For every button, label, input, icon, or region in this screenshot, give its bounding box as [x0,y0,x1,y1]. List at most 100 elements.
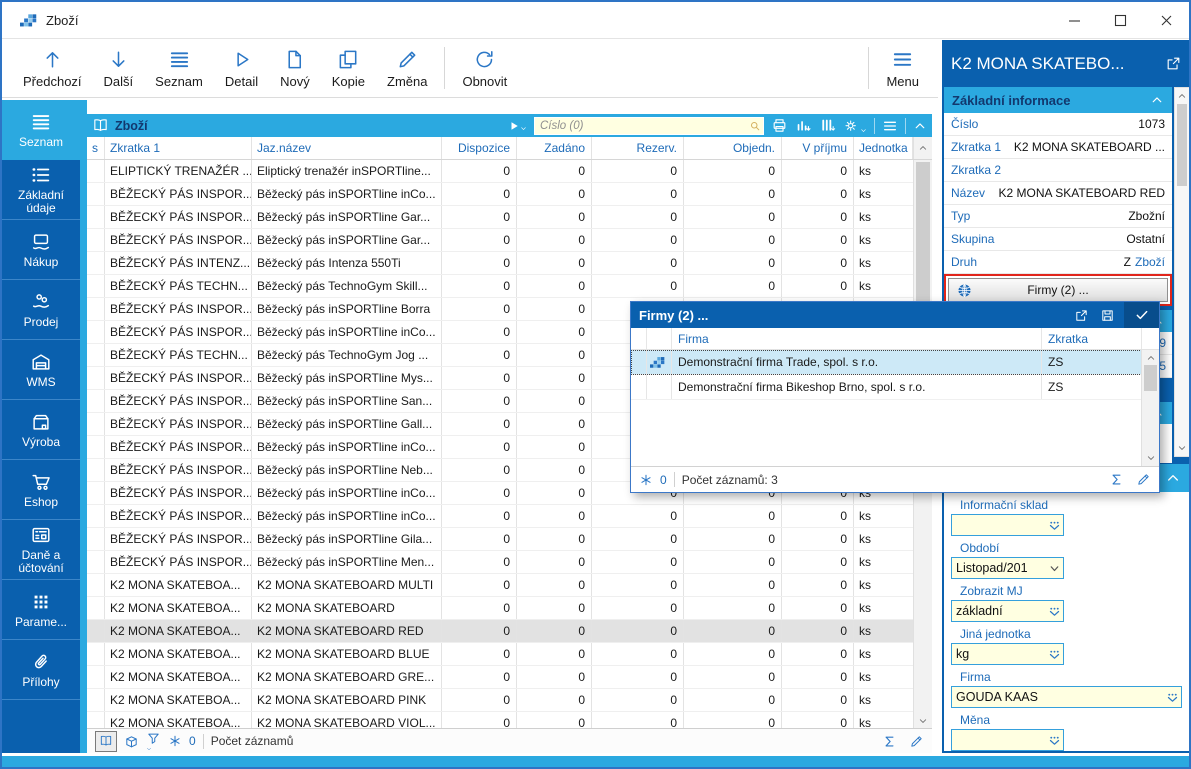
sidebar-item-parame-[interactable]: Parame... [2,580,80,640]
detail-field-row[interactable]: DruhZZboží [944,251,1172,274]
table-row[interactable]: BĚŽECKÝ PÁS INTENZ...Běžecký pás Intenza… [87,252,914,275]
filter-input[interactable] [534,117,764,135]
field-input[interactable]: Listopad/201 [951,557,1064,579]
scroll-up-arrow[interactable] [1175,91,1189,101]
column-header-7[interactable]: Objedn. [684,137,782,159]
column-header-4[interactable]: Dispozice [442,137,517,159]
detail-field-row[interactable]: Zkratka 1K2 MONA SKATEBOARD ... [944,136,1172,159]
grid-scroll-up-arrow[interactable] [913,137,932,159]
table-row[interactable]: K2 MONA SKATEBOA...K2 MONA SKATEBOARD GR… [87,666,914,689]
open-in-window-icon[interactable] [1068,308,1094,323]
chart-icon[interactable] [795,117,812,134]
column-header-9[interactable]: Jednotka [854,137,913,159]
save-icon[interactable] [1094,308,1120,323]
popup-zkratka-cell: ZS [1042,375,1142,399]
zmena-button[interactable]: Změna [376,44,438,93]
table-row[interactable]: BĚŽECKÝ PÁS INSPOR...Běžecký pás inSPORT… [87,551,914,574]
table-row[interactable]: K2 MONA SKATEBOA...K2 MONA SKATEBOARD RE… [87,620,914,643]
seznam-button[interactable]: Seznam [144,44,214,93]
detail-field-row[interactable]: Zkratka 2 [944,159,1172,182]
detail-field-row[interactable]: TypZbožní [944,205,1172,228]
popup-row[interactable]: Demonstrační firma Trade, spol. s r.o.ZS [631,350,1142,375]
column-header-8[interactable]: V příjmu [782,137,854,159]
detail-field-link[interactable]: Zboží [1135,255,1165,269]
table-row[interactable]: BĚŽECKÝ PÁS INSPOR...Běžecký pás inSPORT… [87,229,914,252]
table-row[interactable]: K2 MONA SKATEBOA...K2 MONA SKATEBOARD PI… [87,689,914,712]
print-icon[interactable] [771,117,788,134]
novy-button[interactable]: Nový [269,44,321,93]
sidebar-item-p-lohy[interactable]: Přílohy [2,640,80,700]
column-header-2[interactable]: Zkratka 1 [105,137,252,159]
table-row[interactable]: BĚŽECKÝ PÁS INSPOR...Běžecký pás inSPORT… [87,183,914,206]
table-cell: 0 [592,252,684,274]
minimize-button[interactable] [1051,2,1097,38]
seznam-label: Seznam [155,74,203,89]
sidebar-item-seznam[interactable]: Seznam [2,100,80,160]
column-header-6[interactable]: Rezerv. [592,137,684,159]
section-header-basic-info[interactable]: Základní informace [944,87,1172,113]
sidebar-item-v-roba[interactable]: Výroba [2,400,80,460]
maximize-button[interactable] [1097,2,1143,38]
scroll-up-arrow[interactable] [1142,353,1159,363]
hamburger-icon[interactable] [882,118,898,134]
chevron-up-icon[interactable] [1165,470,1181,486]
detail-panel-scrollbar[interactable] [1174,87,1190,457]
sidebar-item-wms[interactable]: WMS [2,340,80,400]
edit-pencil-icon[interactable] [1136,472,1151,487]
menu-button[interactable]: Menu [875,44,930,93]
table-row[interactable]: K2 MONA SKATEBOA...K2 MONA SKATEBOARD VI… [87,712,914,728]
collapse-grid-icon[interactable] [913,119,927,133]
table-row[interactable]: K2 MONA SKATEBOA...K2 MONA SKATEBOARD BL… [87,643,914,666]
gear-icon[interactable] [843,118,867,134]
firmy-button[interactable]: Firmy (2) ... [948,278,1168,302]
column-header-3[interactable]: Jaz.název [252,137,442,159]
scroll-down-arrow[interactable] [1142,453,1159,463]
table-row[interactable]: BĚŽECKÝ PÁS INSPOR...Běžecký pás inSPORT… [87,206,914,229]
obnovit-button[interactable]: Obnovit [451,44,518,93]
field-input[interactable] [951,514,1064,536]
detail-field-row[interactable]: NázevK2 MONA SKATEBOARD RED [944,182,1172,205]
detail-field-row[interactable]: Číslo1073 [944,113,1172,136]
scrollbar-thumb[interactable] [1144,365,1157,391]
detail-field-row[interactable]: SkupinaOstatní [944,228,1172,251]
chevron-up-icon[interactable] [1150,93,1164,107]
predchozi-button[interactable]: Předchozí [12,44,93,93]
close-button[interactable] [1143,2,1189,38]
sidebar-item-prodej[interactable]: Prodej [2,280,80,340]
confirm-check-icon[interactable] [1124,302,1159,328]
table-cell: K2 MONA SKATEBOA... [105,574,252,596]
sidebar-item-eshop[interactable]: Eshop [2,460,80,520]
table-row[interactable]: K2 MONA SKATEBOA...K2 MONA SKATEBOARD000… [87,597,914,620]
table-row[interactable]: ELIPTICKÝ TRENAŽÉR ...Eliptický trenažér… [87,160,914,183]
sum-icon[interactable] [1109,472,1124,487]
field-input[interactable] [951,729,1064,751]
quick-filter-play-icon[interactable] [508,120,527,132]
sidebar-item-dan-a-tov-n-[interactable]: Daně a účtování [2,520,80,580]
scroll-down-arrow[interactable] [1175,443,1189,453]
table-row[interactable]: BĚŽECKÝ PÁS INSPOR...Běžecký pás inSPORT… [87,505,914,528]
column-header-1[interactable]: s [87,137,105,159]
edit-pencil-icon[interactable] [909,734,924,749]
view-book-toggle[interactable] [95,731,117,752]
filter-funnel-icon[interactable] [146,731,161,752]
sum-icon[interactable] [882,734,897,749]
detail-button[interactable]: Detail [214,44,269,93]
field-input[interactable]: kg [951,643,1064,665]
column-header-5[interactable]: Zadáno [517,137,592,159]
dalsi-button[interactable]: Další [93,44,145,93]
field-input[interactable]: základní [951,600,1064,622]
table-row[interactable]: BĚŽECKÝ PÁS INSPOR...Běžecký pás inSPORT… [87,528,914,551]
package-icon[interactable] [124,734,139,749]
sidebar-item-z-kladn-daje[interactable]: Základní údaje [2,160,80,220]
scrollbar-thumb[interactable] [1177,104,1187,186]
popup-row[interactable]: Demonstrační firma Bikeshop Brno, spol. … [631,375,1142,400]
kopie-button[interactable]: Kopie [321,44,376,93]
table-row[interactable]: K2 MONA SKATEBOA...K2 MONA SKATEBOARD MU… [87,574,914,597]
external-link-icon[interactable] [1165,55,1182,72]
table-row[interactable]: BĚŽECKÝ PÁS TECHN...Běžecký pás TechnoGy… [87,275,914,298]
columns-icon[interactable] [819,117,836,134]
sidebar-item-n-kup[interactable]: Nákup [2,220,80,280]
popup-scrollbar[interactable] [1141,350,1159,466]
grid-scroll-down-arrow[interactable] [914,716,932,726]
field-input[interactable]: GOUDA KAAS [951,686,1182,708]
